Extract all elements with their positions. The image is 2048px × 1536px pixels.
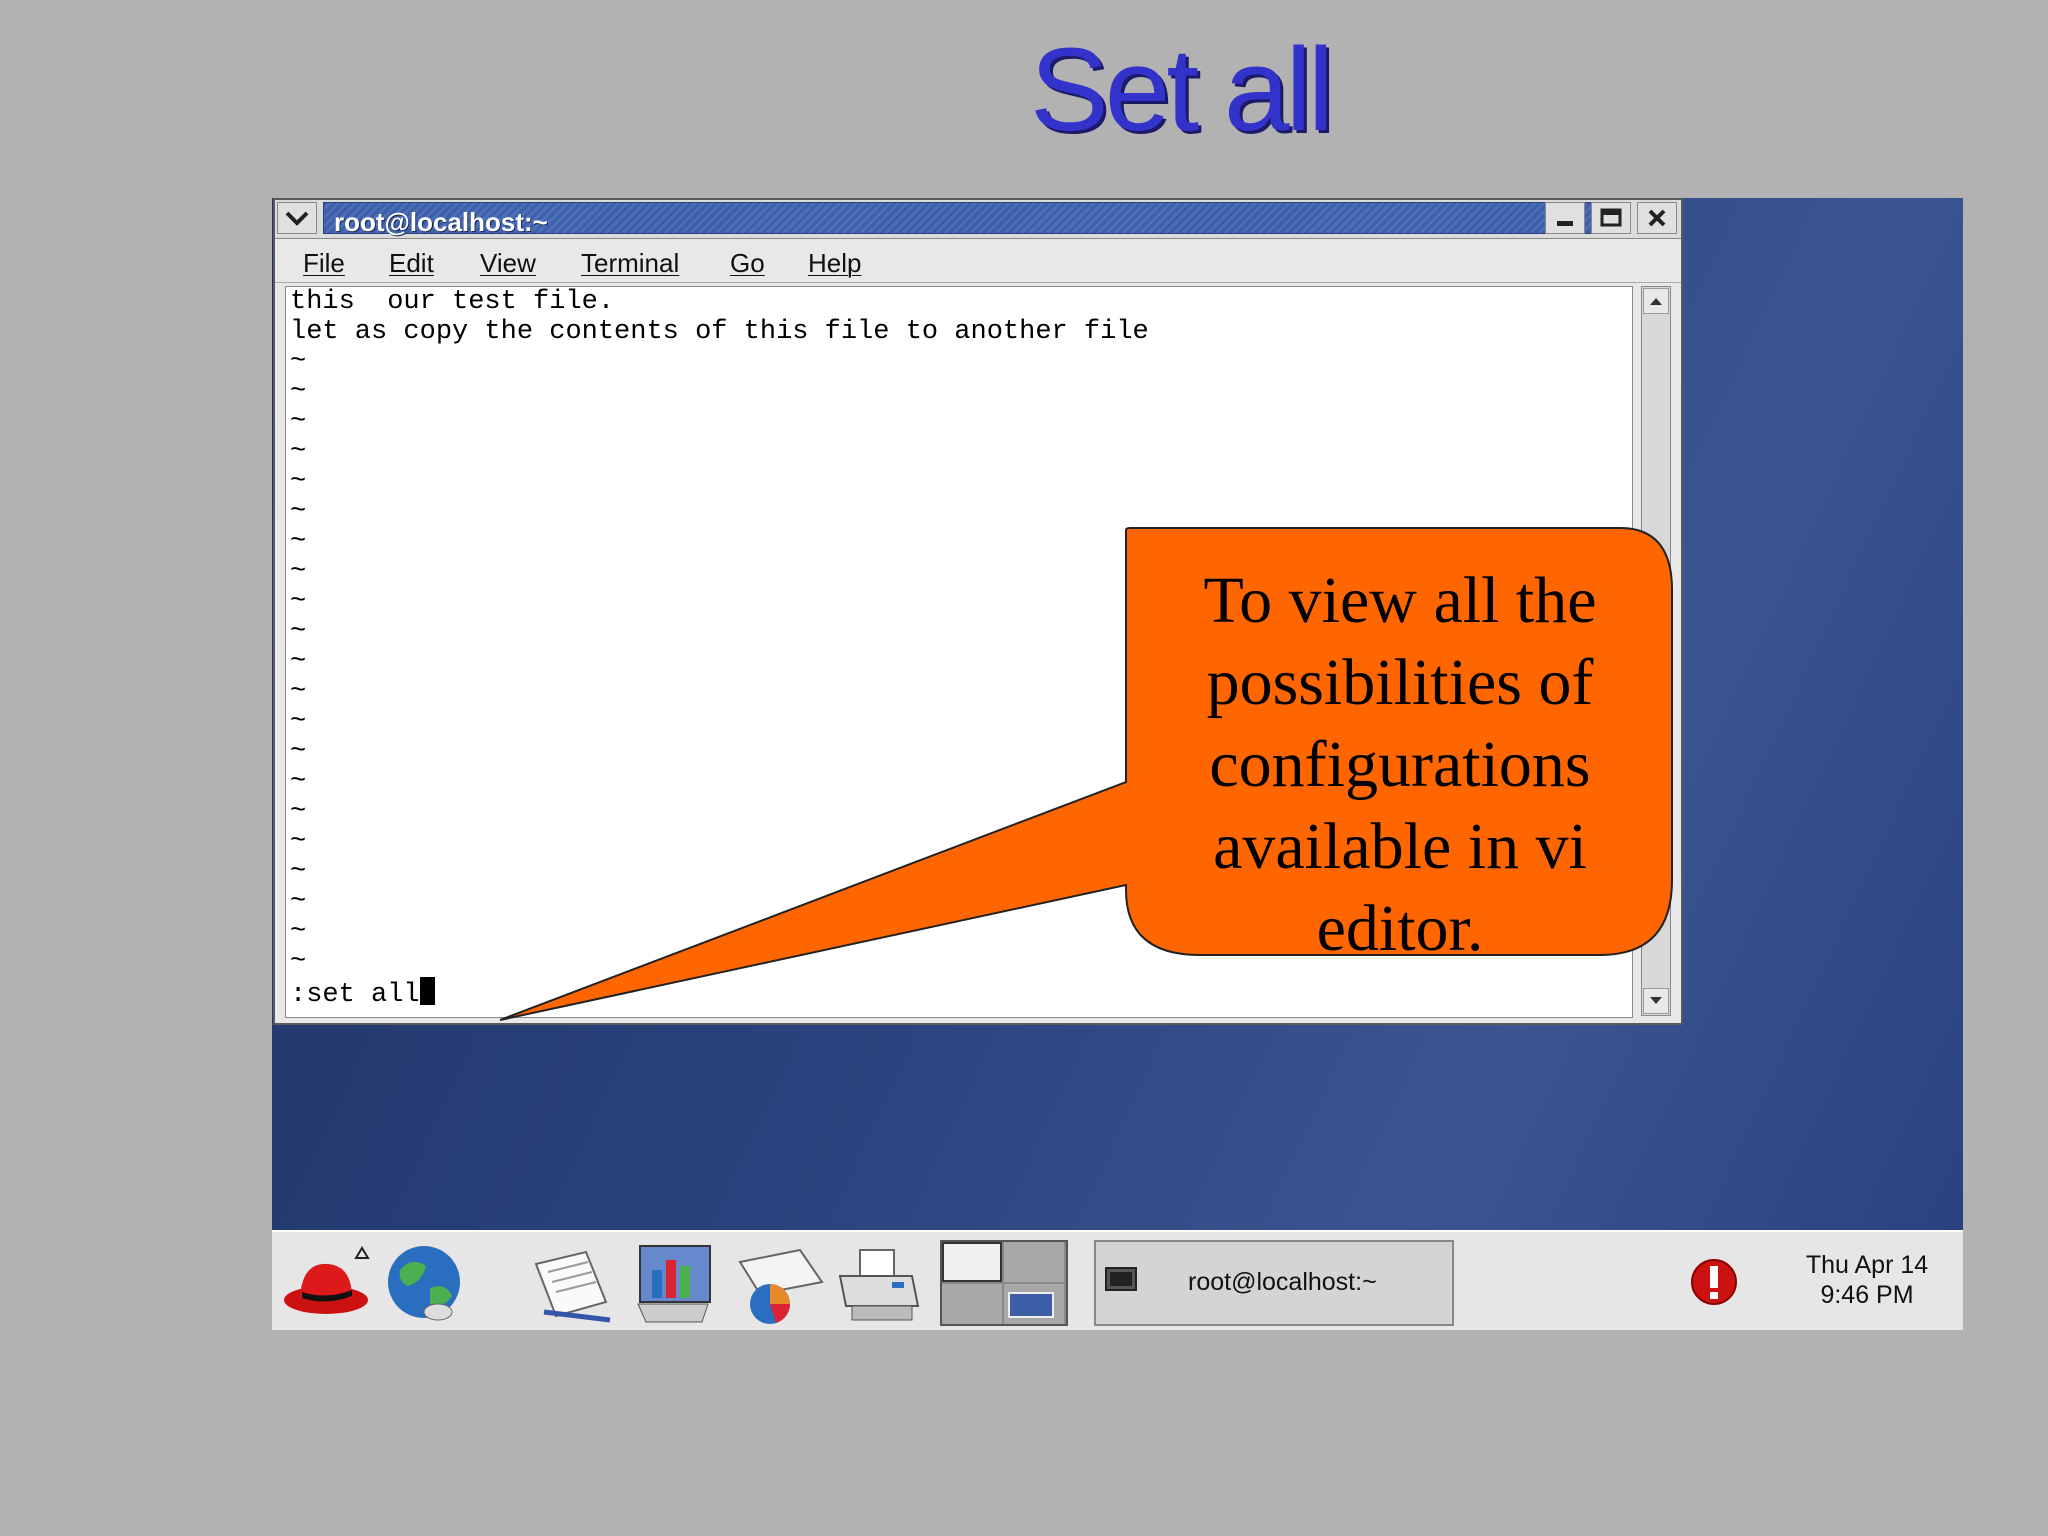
taskbar-window-label: root@localhost:~ xyxy=(1188,1268,1377,1296)
terminal-icon xyxy=(1105,1267,1137,1291)
clock-time: 9:46 PM xyxy=(1820,1281,1914,1309)
taskbar: root@localhost:~ Thu Apr 14 9:46 PM xyxy=(272,1230,1963,1330)
clock-date: Thu Apr 14 xyxy=(1805,1251,1929,1279)
workspace-1[interactable] xyxy=(942,1242,1002,1282)
callout-text: To view all the possibilities of configu… xyxy=(1203,564,1597,965)
workspace-switcher[interactable] xyxy=(940,1240,1068,1326)
web-browser-icon[interactable] xyxy=(382,1242,466,1326)
clock[interactable]: Thu Apr 14 9:46 PM xyxy=(1772,1250,1962,1310)
printer-icon[interactable] xyxy=(832,1242,920,1326)
spreadsheet-icon[interactable] xyxy=(730,1242,824,1326)
workspace-4[interactable] xyxy=(1004,1284,1064,1324)
redhat-menu-icon[interactable] xyxy=(280,1242,370,1326)
alert-icon[interactable] xyxy=(1688,1256,1744,1312)
workspace-3[interactable] xyxy=(942,1284,1002,1324)
text-editor-icon[interactable] xyxy=(526,1242,611,1326)
taskbar-window-button[interactable]: root@localhost:~ xyxy=(1094,1240,1454,1326)
presentation-icon[interactable] xyxy=(632,1242,716,1326)
workspace-2[interactable] xyxy=(1004,1242,1064,1282)
